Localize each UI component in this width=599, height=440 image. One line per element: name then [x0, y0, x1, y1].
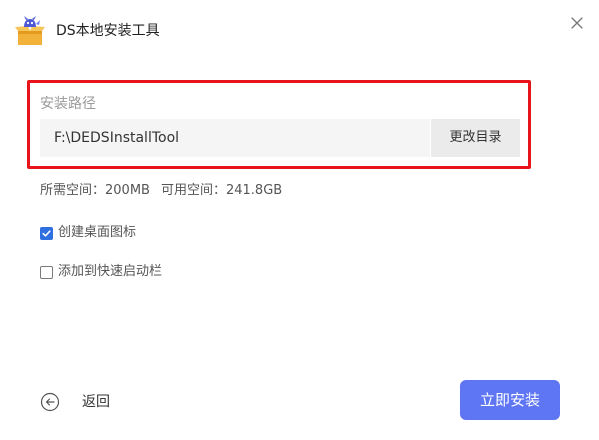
check-icon	[42, 229, 51, 237]
space-info: 所需空间：200MB 可用空间：241.8GB	[40, 181, 282, 201]
available-space-label: 可用空间：	[160, 183, 226, 198]
option-create-desktop-icon[interactable]: 创建桌面图标	[40, 224, 136, 242]
close-icon[interactable]	[569, 15, 585, 31]
window-title: DS本地安装工具	[56, 23, 160, 39]
checkbox-checked[interactable]	[40, 226, 53, 240]
back-button[interactable]: 返回	[40, 391, 110, 413]
ds-box-icon	[15, 16, 45, 45]
installer-window: DS本地安装工具 安装路径 F:\DEDSInstallTool 更改目录 所需…	[0, 0, 599, 440]
required-space-value: 200MB	[105, 183, 150, 198]
back-label: 返回	[82, 394, 110, 410]
install-path-field[interactable]: F:\DEDSInstallTool	[40, 119, 430, 157]
checkbox-unchecked[interactable]	[40, 265, 53, 279]
option-label: 添加到快速启动栏	[58, 264, 163, 279]
required-space-label: 所需空间：	[40, 183, 106, 198]
option-add-quick-launch[interactable]: 添加到快速启动栏	[40, 263, 162, 281]
available-space-value: 241.8GB	[225, 183, 283, 198]
install-now-button[interactable]: 立即安装	[460, 380, 560, 420]
arrow-left-circle-icon	[40, 392, 60, 412]
option-label: 创建桌面图标	[58, 225, 137, 240]
change-directory-button[interactable]: 更改目录	[431, 119, 520, 157]
install-path-label: 安装路径	[40, 96, 96, 112]
